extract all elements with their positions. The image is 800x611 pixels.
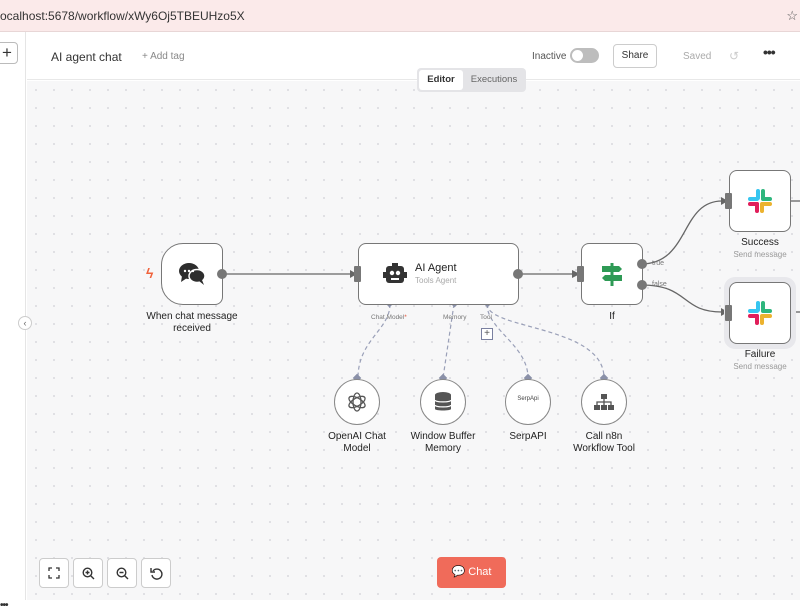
toggle-knob: [572, 50, 583, 61]
active-toggle[interactable]: [570, 48, 599, 63]
success-node[interactable]: [725, 170, 791, 232]
sitemap-icon: [594, 394, 614, 410]
fit-view-icon: [48, 567, 60, 579]
more-menu-icon[interactable]: •••: [0, 600, 8, 611]
reset-zoom-button[interactable]: [141, 558, 171, 588]
failure-input-handle[interactable]: [725, 305, 733, 321]
chat-model-handle-label: Chat Model*: [371, 314, 407, 321]
active-status-label: Inactive: [532, 51, 567, 62]
undo-icon: [149, 568, 163, 580]
chat-model-required-mark: *: [404, 314, 407, 321]
if-true-handle[interactable]: [636, 258, 648, 270]
call-workflow-tool-node[interactable]: [581, 379, 627, 425]
bookmark-star-icon[interactable]: ☆: [786, 8, 798, 24]
open-chat-button[interactable]: 💬 Chat: [437, 557, 506, 588]
if-node-label: If: [609, 311, 615, 322]
chat-icon: 💬: [451, 566, 466, 578]
saved-status: Saved: [683, 51, 712, 62]
add-workflow-button[interactable]: +: [0, 42, 18, 64]
agent-output-handle[interactable]: [512, 268, 524, 280]
workflow-tool-node-label: Call n8n Workflow Tool: [559, 431, 649, 455]
more-options-icon[interactable]: •••: [763, 44, 776, 60]
tool-handle-label: Tool: [480, 314, 492, 321]
openai-label-line2: Model: [343, 443, 371, 454]
zoom-in-icon: [81, 567, 94, 580]
serpapi-logo-text: SerpApi: [517, 396, 539, 402]
agent-title: AI Agent: [415, 262, 457, 274]
failure-node[interactable]: [725, 282, 791, 344]
if-input-handle[interactable]: [577, 266, 585, 282]
chat-bubbles-icon: [179, 263, 206, 285]
workflow-title[interactable]: AI agent chat: [51, 50, 122, 64]
browser-url-bar[interactable]: ocalhost:5678/workflow/xWy6Oj5TBEUHzo5X …: [0, 0, 800, 32]
collapse-sidebar-button[interactable]: ‹: [18, 316, 32, 330]
trigger-node-label: When chat message received: [132, 311, 252, 335]
zoom-out-button[interactable]: [107, 558, 137, 588]
openai-icon: [348, 392, 366, 412]
chat-button-label: Chat: [468, 566, 492, 578]
tab-editor[interactable]: Editor: [419, 70, 463, 90]
if-node[interactable]: [577, 243, 647, 305]
ai-agent-node[interactable]: AI Agent Tools Agent: [354, 243, 523, 305]
signpost-icon: [602, 263, 622, 286]
fit-view-button[interactable]: [39, 558, 69, 588]
trigger-output-handle[interactable]: [216, 268, 228, 280]
chat-model-handle-text: Chat Model: [371, 314, 405, 321]
workflow-header: AI agent chat + Add tag Inactive Share S…: [27, 32, 800, 80]
tab-executions[interactable]: Executions: [465, 70, 523, 90]
success-input-handle[interactable]: [725, 193, 733, 209]
database-icon: [434, 392, 452, 411]
openai-label-line1: OpenAI Chat: [328, 431, 386, 442]
workflow-canvas[interactable]: [27, 81, 800, 600]
url-text[interactable]: ocalhost:5678/workflow/xWy6Oj5TBEUHzo5X: [0, 9, 245, 23]
agent-input-handle[interactable]: [354, 266, 362, 282]
history-icon[interactable]: ↺: [729, 49, 739, 63]
if-true-label: true: [652, 260, 665, 267]
workflow-tool-label-line2: Workflow Tool: [573, 443, 635, 454]
share-button[interactable]: Share: [613, 44, 657, 68]
success-node-label: Success: [741, 237, 779, 248]
failure-node-label: Failure: [744, 349, 776, 360]
serpapi-node[interactable]: SerpApi: [505, 379, 551, 425]
add-tag-button[interactable]: + Add tag: [142, 51, 185, 62]
window-buffer-memory-node[interactable]: [420, 379, 466, 425]
if-false-handle[interactable]: [636, 279, 648, 291]
trigger-label-line2: received: [173, 323, 211, 334]
add-tool-button[interactable]: +: [481, 328, 493, 340]
openai-node-label: OpenAI Chat Model: [312, 431, 402, 455]
view-tabs: Editor Executions: [417, 68, 526, 92]
if-false-label: false: [652, 281, 667, 288]
trigger-node[interactable]: [161, 243, 227, 305]
trigger-bolt-icon: ϟ: [146, 265, 154, 281]
memory-node-label: Window Buffer Memory: [398, 431, 488, 455]
memory-handle-label: Memory: [443, 314, 467, 321]
robot-icon: [383, 263, 407, 283]
trigger-label-line1: When chat message: [146, 311, 238, 322]
slack-icon: [748, 189, 772, 213]
slack-icon: [748, 301, 772, 325]
zoom-in-button[interactable]: [73, 558, 103, 588]
memory-label-line1: Window Buffer: [410, 431, 476, 442]
agent-subtitle: Tools Agent: [415, 276, 457, 285]
memory-label-line2: Memory: [424, 443, 462, 454]
openai-chat-model-node[interactable]: [334, 379, 380, 425]
failure-node-subtitle: Send message: [733, 362, 787, 371]
zoom-out-icon: [115, 567, 128, 580]
workflow-tool-label-line1: Call n8n: [585, 431, 623, 442]
success-node-subtitle: Send message: [733, 250, 787, 259]
